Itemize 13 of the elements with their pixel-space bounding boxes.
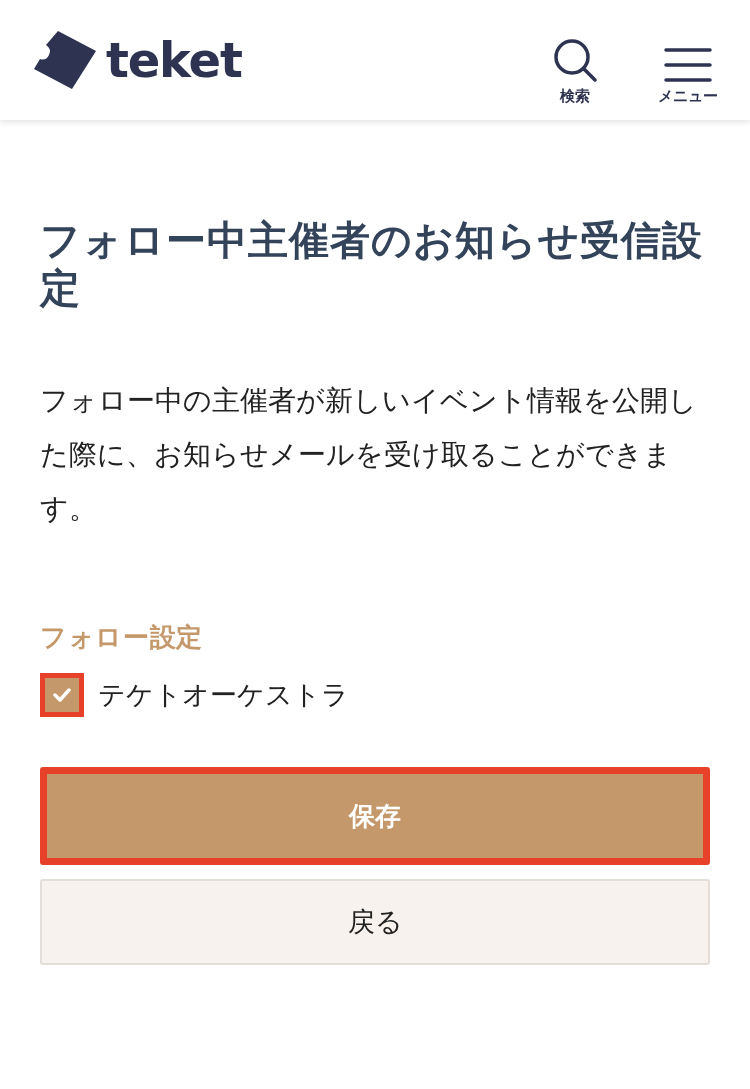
menu-icon bbox=[664, 46, 712, 83]
section-label: フォロー設定 bbox=[40, 621, 204, 654]
search-icon bbox=[552, 36, 598, 83]
search-button[interactable]: 検索 bbox=[552, 36, 598, 104]
check-icon bbox=[53, 688, 71, 702]
checkbox[interactable] bbox=[40, 673, 84, 717]
organizer-name: テケトオーケストラ bbox=[98, 677, 349, 712]
menu-button[interactable]: メニュー bbox=[658, 46, 718, 104]
back-button[interactable]: 戻る bbox=[40, 879, 710, 965]
page-title: フォロー中主催者のお知らせ受信設定 bbox=[40, 216, 704, 312]
logo-text: teket bbox=[106, 36, 242, 84]
description-text: フォロー中の主催者が新しいイベント情報を公開した際に、お知らせメールを受け取ることができます。 bbox=[40, 383, 698, 527]
ticket-logo-icon bbox=[32, 29, 98, 91]
